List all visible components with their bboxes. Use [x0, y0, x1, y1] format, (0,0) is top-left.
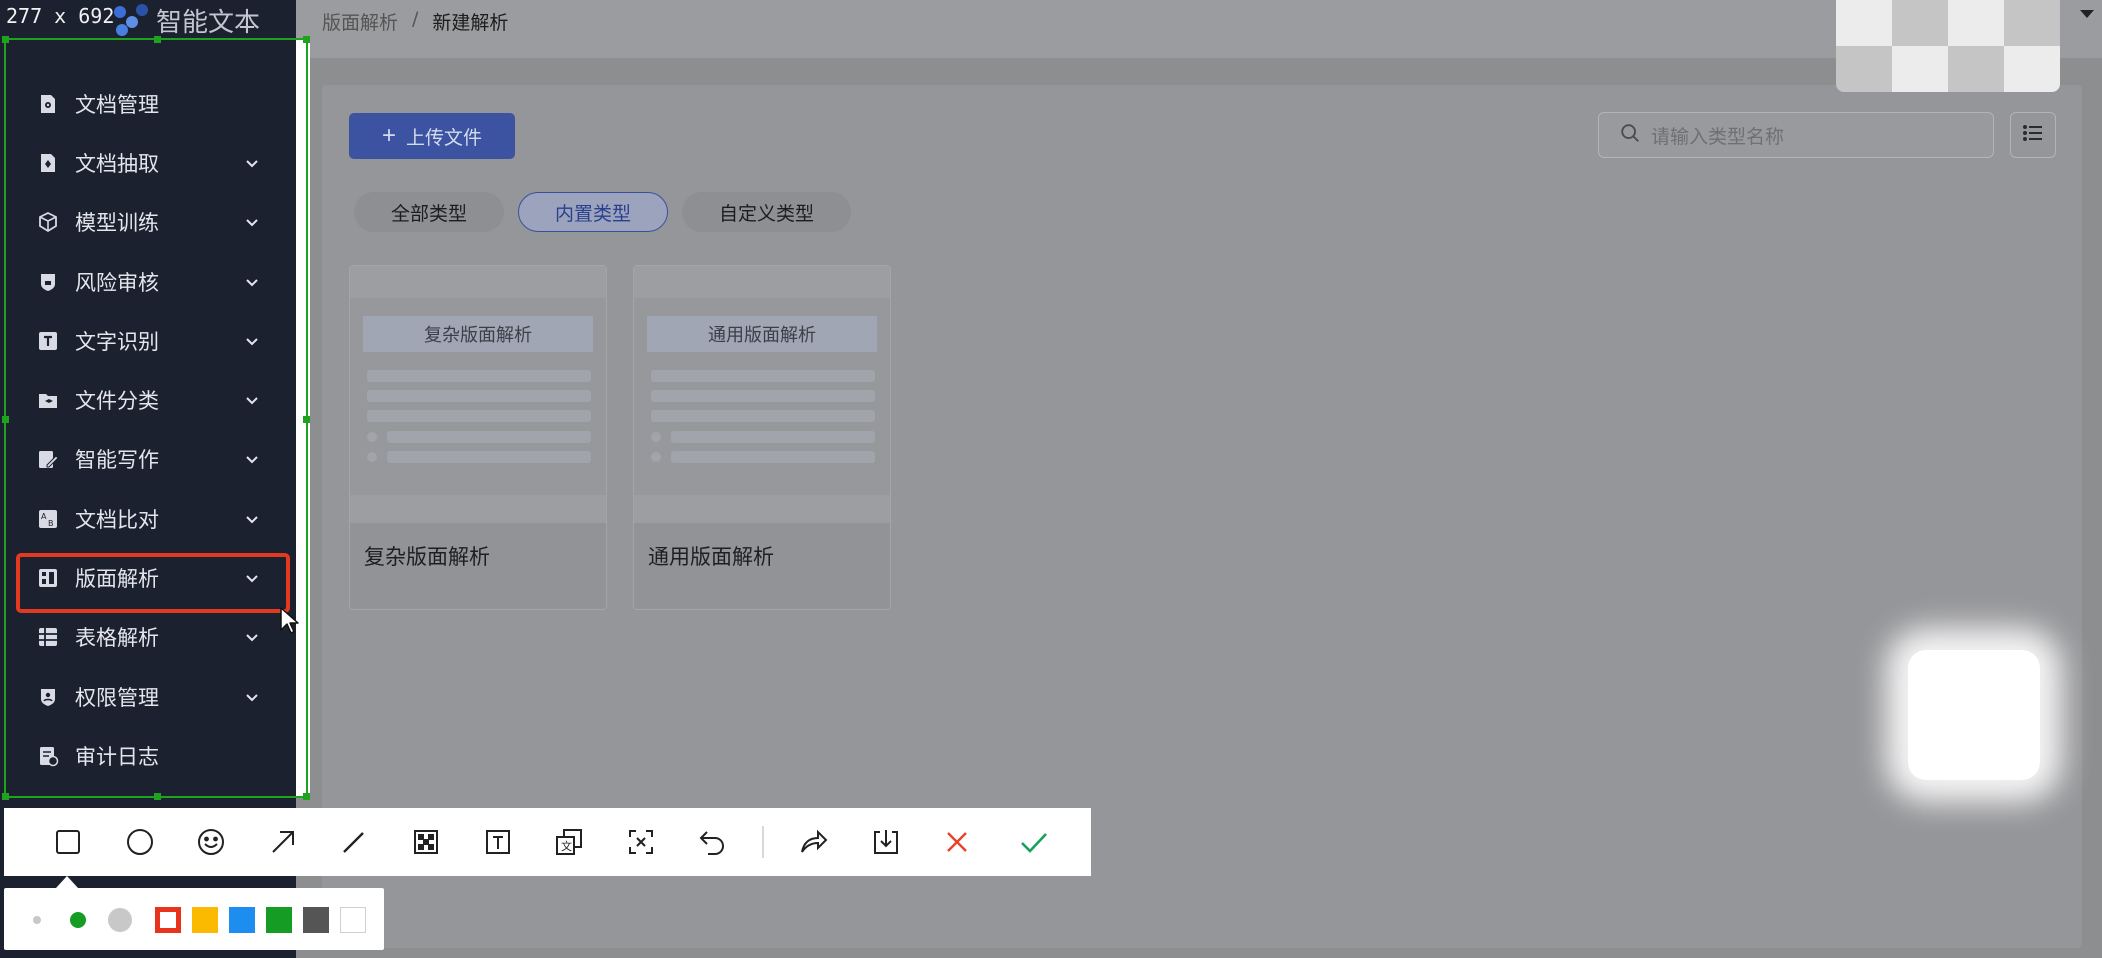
circle-icon[interactable] — [122, 824, 158, 860]
breadcrumb-separator: / — [412, 8, 419, 30]
size-medium-dot[interactable] — [70, 912, 86, 928]
breadcrumb-current: 新建解析 — [432, 12, 509, 34]
thumbnail-title: 通用版面解析 — [647, 316, 877, 352]
card-name: 复杂版面解析 — [364, 545, 490, 569]
toolbar-divider — [762, 826, 764, 858]
list-icon — [2021, 121, 2045, 149]
tab-all-types[interactable]: 全部类型 — [354, 192, 505, 232]
size-small-dot[interactable] — [33, 916, 41, 924]
capture-toolbar: 文 — [4, 808, 1091, 876]
cancel-icon[interactable] — [939, 824, 975, 860]
text-icon[interactable] — [480, 824, 516, 860]
upload-file-button[interactable]: + 上传文件 — [349, 113, 515, 159]
capture-size-label: 277 x 692 — [6, 4, 115, 28]
breadcrumb: 版面解析 / 新建解析 — [322, 8, 508, 35]
card-thumbnail: 复杂版面解析 — [350, 266, 606, 523]
confirm-icon[interactable] — [1016, 824, 1052, 860]
ocr-icon[interactable] — [623, 824, 659, 860]
breadcrumb-parent[interactable]: 版面解析 — [322, 8, 398, 35]
color-swatch-white[interactable] — [340, 907, 366, 933]
magnifier-glow — [1908, 650, 2040, 780]
share-icon[interactable] — [796, 824, 832, 860]
arrow-icon[interactable] — [265, 824, 301, 860]
capture-selection[interactable] — [2, 36, 310, 800]
search-placeholder: 请输入类型名称 — [1651, 125, 1785, 148]
transparency-preview — [1836, 0, 2060, 92]
svg-text:文: 文 — [561, 839, 572, 853]
app-name: 智能文本 — [156, 7, 261, 38]
mosaic-icon[interactable] — [408, 824, 444, 860]
card-thumbnail: 通用版面解析 — [634, 266, 890, 523]
color-swatch-gray[interactable] — [303, 907, 329, 933]
tab-custom-types[interactable]: 自定义类型 — [682, 192, 852, 232]
type-tabs: 全部类型 内置类型 自定义类型 — [354, 192, 852, 232]
upload-file-label: 上传文件 — [406, 127, 483, 149]
pen-icon[interactable] — [336, 824, 372, 860]
type-card-complex[interactable]: 复杂版面解析 复杂版面解析 — [349, 265, 607, 610]
undo-icon[interactable] — [694, 824, 730, 860]
download-icon[interactable] — [868, 824, 904, 860]
color-swatch-yellow[interactable] — [192, 907, 218, 933]
card-name: 通用版面解析 — [648, 545, 774, 569]
size-large-dot[interactable] — [108, 908, 132, 932]
search-input[interactable]: 请输入类型名称 — [1598, 112, 1994, 158]
tab-builtin-types[interactable]: 内置类型 — [518, 192, 669, 232]
top-header: 版面解析 / 新建解析 — [296, 0, 2102, 58]
search-icon — [1619, 122, 1641, 149]
rectangle-icon[interactable] — [50, 824, 86, 860]
emoji-icon[interactable] — [193, 824, 229, 860]
color-swatch-red[interactable] — [155, 907, 181, 933]
color-swatch-blue[interactable] — [229, 907, 255, 933]
list-view-button[interactable] — [2010, 112, 2056, 158]
color-palette — [4, 888, 384, 950]
plus-icon: + — [381, 122, 396, 149]
translate-icon[interactable]: 文 — [551, 824, 587, 860]
thumbnail-title: 复杂版面解析 — [363, 316, 593, 352]
mouse-pointer-icon — [280, 607, 299, 634]
user-menu-caret-icon[interactable] — [2080, 10, 2094, 18]
palette-pointer — [56, 876, 78, 888]
app-logo: 智能文本 — [110, 0, 260, 40]
type-card-general[interactable]: 通用版面解析 通用版面解析 — [633, 265, 891, 610]
logo-mark-icon — [110, 2, 150, 38]
color-swatch-green[interactable] — [266, 907, 292, 933]
